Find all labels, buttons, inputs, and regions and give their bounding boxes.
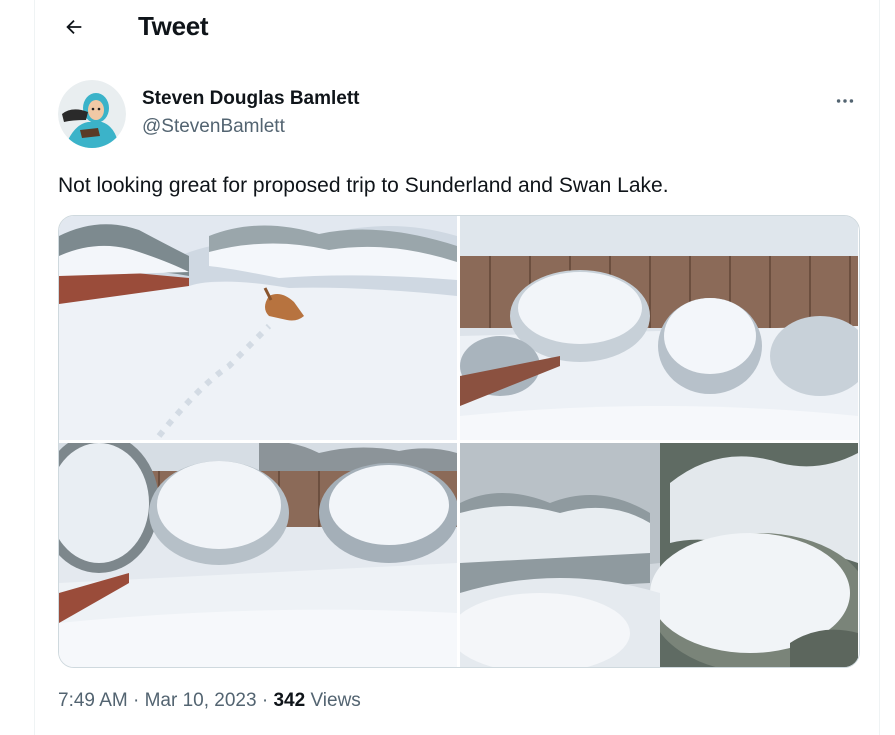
tweet-photo-3[interactable] [59, 443, 457, 667]
tweet-author: Steven Douglas Bamlett @StevenBamlett [58, 80, 858, 150]
tweet-date[interactable]: Mar 10, 2023 [145, 690, 257, 711]
right-border [879, 0, 880, 735]
back-button[interactable] [57, 10, 91, 44]
more-button[interactable] [828, 84, 862, 118]
tweet-media-grid [58, 215, 860, 668]
meta-separator: · [127, 690, 145, 711]
tweet-photo-1[interactable] [59, 216, 457, 440]
tweet-text: Not looking great for proposed trip to S… [58, 174, 669, 197]
tweet-photo-4[interactable] [460, 443, 858, 667]
page-title: Tweet [138, 11, 209, 41]
arrow-left-icon [66, 19, 82, 35]
left-border [34, 0, 35, 735]
avatar[interactable] [58, 80, 126, 148]
page-header: Tweet [35, 0, 879, 54]
author-display-name[interactable]: Steven Douglas Bamlett [142, 88, 360, 110]
tweet-meta: 7:49 AM · Mar 10, 2023 · 342 Views [58, 690, 361, 712]
tweet-time[interactable]: 7:49 AM [58, 690, 128, 711]
author-handle[interactable]: @StevenBamlett [142, 116, 285, 138]
views-count: 342 [273, 690, 306, 711]
tweet-photo-2[interactable] [460, 216, 858, 440]
meta-separator: · [256, 690, 274, 711]
views-label: Views [305, 690, 361, 711]
more-horizontal-icon [836, 99, 854, 103]
